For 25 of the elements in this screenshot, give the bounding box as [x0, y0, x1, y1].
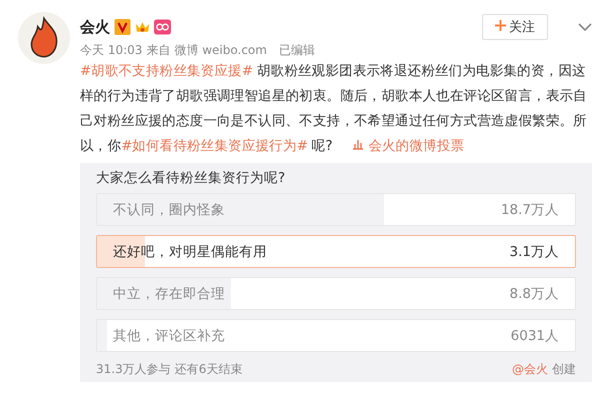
- source-link[interactable]: 微博 weibo.com: [174, 42, 267, 59]
- poll-option[interactable]: 中立，存在即合理 8.8万人: [96, 277, 576, 310]
- poll-option[interactable]: 其他，评论区补充 6031人: [96, 319, 576, 352]
- poll-link[interactable]: 会火的微博投票: [352, 138, 464, 154]
- participants-count: 31.3万人参与: [96, 361, 171, 378]
- post-time[interactable]: 今天 10:03: [80, 42, 142, 59]
- created-label: 创建: [552, 361, 576, 378]
- chevron-down-icon[interactable]: [578, 23, 592, 31]
- poll-option[interactable]: 不认同，圈内怪象 18.7万人: [96, 193, 576, 226]
- time-remaining: 还有6天结束: [174, 361, 242, 378]
- poll-question: 大家怎么看待粉丝集资行为呢?: [96, 169, 286, 187]
- creator-link[interactable]: @会火: [512, 361, 548, 378]
- hashtag-link[interactable]: #如何看待粉丝集资应援行为#: [121, 138, 308, 154]
- verified-badge-icon: [114, 19, 131, 35]
- member-badge-icon: [154, 19, 171, 35]
- hashtag-link[interactable]: #胡歌不支持粉丝集资应援#: [80, 63, 253, 79]
- source-label: 来自: [146, 42, 170, 59]
- flame-avatar-icon[interactable]: [18, 12, 70, 64]
- bar-chart-icon: [352, 138, 364, 150]
- plus-icon: [495, 20, 506, 31]
- follow-button[interactable]: 关注: [482, 14, 548, 40]
- author-name[interactable]: 会火: [80, 18, 110, 36]
- poll-option[interactable]: 还好吧，对明星偶能有用 3.1万人: [96, 235, 576, 268]
- edited-label: 已编辑: [278, 42, 315, 59]
- post-text: #胡歌不支持粉丝集资应援# 胡歌粉丝观影团表示将退还粉丝们为电影集的资，因这样的行为违背了胡歌强调理智追星的初衷。随后，胡歌本人也在评论区留言，表示自己对粉丝应援的态度一向是不认同、不支持，不希望通过任何方式营造虚假繁荣。所以，你#如何看待粉丝集资应援行为# 呢? 会火的微博投票: [80, 62, 588, 156]
